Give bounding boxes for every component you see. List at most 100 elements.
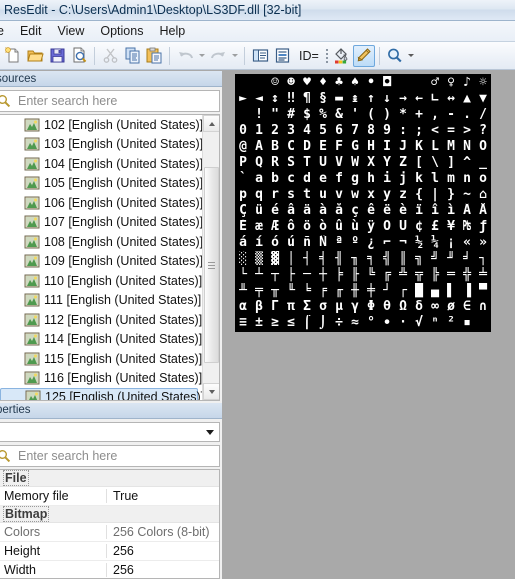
print-preview-icon[interactable] (68, 45, 90, 67)
bitmap-glyph-cell[interactable]: ┼ (315, 267, 331, 283)
bitmap-glyph-cell[interactable]: ∙ (379, 315, 395, 331)
bitmap-glyph-cell[interactable]: ► (235, 91, 251, 107)
bitmap-glyph-cell[interactable]: i (379, 171, 395, 187)
bitmap-glyph-cell[interactable]: _ (475, 155, 491, 171)
bitmap-glyph-cell[interactable]: í (251, 235, 267, 251)
scroll-up-button[interactable] (203, 115, 219, 132)
bitmap-glyph-cell[interactable]: ╕ (363, 251, 379, 267)
bitmap-glyph-cell[interactable]: ♠ (347, 75, 363, 91)
bitmap-glyph-cell[interactable]: ╬ (459, 267, 475, 283)
bitmap-glyph-cell[interactable]: l (427, 171, 443, 187)
bitmap-glyph-cell[interactable]: ù (347, 219, 363, 235)
bitmap-glyph-cell[interactable]: } (443, 187, 459, 203)
bitmap-preview[interactable]: ☺ ☻ ♥ ♦ ♣ ♠ • ◘ ♂ ♀ ♪ ☼ ► ◄ ↕ ‼ ¶ § ▬ ↨ ↑ ↓ → ← ∟ ↔ ▲ ▼ ! " # $% & '() *… (235, 74, 491, 332)
bitmap-glyph-cell[interactable]: P (235, 155, 251, 171)
bitmap-glyph-cell[interactable]: ♥ (299, 75, 315, 91)
bitmap-glyph-cell[interactable]: L (427, 139, 443, 155)
bitmap-glyph-cell[interactable]: ╒ (315, 283, 331, 299)
bitmap-glyph-cell[interactable]: 8 (363, 123, 379, 139)
bitmap-glyph-cell[interactable]: β (251, 299, 267, 315)
bitmap-glyph-cell[interactable]: ┐ (475, 251, 491, 267)
tree-row[interactable]: 105 [English (United States)] (0, 174, 202, 194)
bitmap-glyph-cell[interactable]: ^ (459, 155, 475, 171)
bitmap-glyph-cell[interactable]: ♀ (443, 75, 459, 91)
properties-list-icon[interactable] (271, 45, 293, 67)
bitmap-glyph-cell[interactable]: K (411, 139, 427, 155)
bitmap-glyph-cell[interactable]: % (315, 107, 331, 123)
pencil-icon[interactable] (352, 44, 375, 67)
bitmap-glyph-cell[interactable]: ¡ (443, 235, 459, 251)
bitmap-glyph-cell[interactable]: s (283, 187, 299, 203)
bitmap-glyph-cell[interactable]: N (459, 139, 475, 155)
bitmap-glyph-cell[interactable]: t (299, 187, 315, 203)
tree-row[interactable]: 106 [English (United States)] (0, 193, 202, 213)
bitmap-glyph-cell[interactable]: ` (235, 171, 251, 187)
bitmap-glyph-cell[interactable]: ü (251, 203, 267, 219)
bitmap-glyph-cell[interactable]: r (267, 187, 283, 203)
tree-row[interactable]: 107 [English (United States)] (0, 213, 202, 233)
bitmap-glyph-cell[interactable]: S (283, 155, 299, 171)
bitmap-glyph-cell[interactable]: ╟ (347, 267, 363, 283)
bitmap-glyph-cell[interactable]: Ö (379, 219, 395, 235)
bitmap-glyph-cell[interactable]: ☺ (267, 75, 283, 91)
bitmap-glyph-cell[interactable]: 7 (347, 123, 363, 139)
bitmap-glyph-cell[interactable]: H (363, 139, 379, 155)
bitmap-glyph-cell[interactable]: ⌐ (379, 235, 395, 251)
bitmap-glyph-cell[interactable]: U (315, 155, 331, 171)
bitmap-glyph-cell[interactable]: , (427, 107, 443, 123)
bitmap-glyph-cell[interactable]: │ (283, 251, 299, 267)
bitmap-glyph-cell[interactable]: G (347, 139, 363, 155)
bitmap-glyph-cell[interactable]: ± (251, 315, 267, 331)
bitmap-glyph-cell[interactable]: D (299, 139, 315, 155)
bitmap-glyph-cell[interactable]: x (363, 187, 379, 203)
bitmap-glyph-cell[interactable]: Ä (459, 203, 475, 219)
tree-row-selected[interactable]: 125 [English (United States)] (0, 388, 202, 400)
bitmap-glyph-cell[interactable]: ╝ (427, 251, 443, 267)
bitmap-glyph-cell[interactable]: ├ (283, 267, 299, 283)
bitmap-glyph-cell[interactable]: 9 (379, 123, 395, 139)
bitmap-glyph-cell[interactable]: Γ (267, 299, 283, 315)
bitmap-glyph-cell[interactable]: § (315, 91, 331, 107)
bitmap-glyph-cell[interactable]: ô (283, 219, 299, 235)
bitmap-glyph-cell[interactable] (251, 75, 267, 91)
bitmap-glyph-cell[interactable]: " (267, 107, 283, 123)
bitmap-glyph-cell[interactable]: ñ (299, 235, 315, 251)
properties-object-combo[interactable] (0, 421, 220, 443)
zoom-icon[interactable] (384, 45, 406, 67)
open-folder-icon[interactable] (24, 45, 46, 67)
bitmap-glyph-cell[interactable]: * (395, 107, 411, 123)
bitmap-glyph-cell[interactable]: 5 (315, 123, 331, 139)
bitmap-glyph-cell[interactable]: ╧ (475, 267, 491, 283)
bitmap-glyph-cell[interactable]: ë (379, 203, 395, 219)
bitmap-glyph-cell[interactable]: « (459, 235, 475, 251)
bitmap-glyph-cell[interactable]: d (299, 171, 315, 187)
bitmap-glyph-cell[interactable]: ╔ (379, 267, 395, 283)
bitmap-glyph-cell[interactable]: e (315, 171, 331, 187)
bitmap-glyph-cell[interactable]: é (267, 203, 283, 219)
toolbar-overflow-grip[interactable] (323, 46, 331, 66)
property-value[interactable]: True (106, 489, 219, 504)
bitmap-glyph-cell[interactable]: ⌠ (299, 315, 315, 331)
bitmap-glyph-cell[interactable]: ¥ (443, 219, 459, 235)
bitmap-glyph-cell[interactable]: c (283, 171, 299, 187)
bitmap-glyph-cell[interactable]: ▐ (459, 283, 475, 299)
bitmap-glyph-cell[interactable]: ¢ (411, 219, 427, 235)
bitmap-glyph-cell[interactable]: v (331, 187, 347, 203)
bitmap-glyph-cell[interactable]: √ (411, 315, 427, 331)
bitmap-glyph-cell[interactable]: π (283, 299, 299, 315)
resources-search-box[interactable]: Enter search here (0, 90, 220, 112)
bitmap-glyph-cell[interactable]: ¿ (363, 235, 379, 251)
bitmap-glyph-cell[interactable] (411, 75, 427, 91)
bitmap-glyph-cell[interactable]: ╥ (267, 283, 283, 299)
bitmap-glyph-cell[interactable]: ↑ (363, 91, 379, 107)
bitmap-glyph-cell[interactable]: $ (299, 107, 315, 123)
bitmap-glyph-cell[interactable]: ä (299, 203, 315, 219)
bitmap-glyph-cell[interactable]: ÿ (363, 219, 379, 235)
bitmap-glyph-cell[interactable]: ‼ (283, 91, 299, 107)
bitmap-glyph-cell[interactable]: j (395, 171, 411, 187)
resources-tree[interactable]: 102 [English (United States)] 103 [Englis… (0, 114, 220, 401)
bitmap-glyph-cell[interactable]: ☻ (283, 75, 299, 91)
bitmap-glyph-cell[interactable]: 6 (331, 123, 347, 139)
bitmap-glyph-cell[interactable]: 2 (267, 123, 283, 139)
bitmap-glyph-cell[interactable]: + (411, 107, 427, 123)
